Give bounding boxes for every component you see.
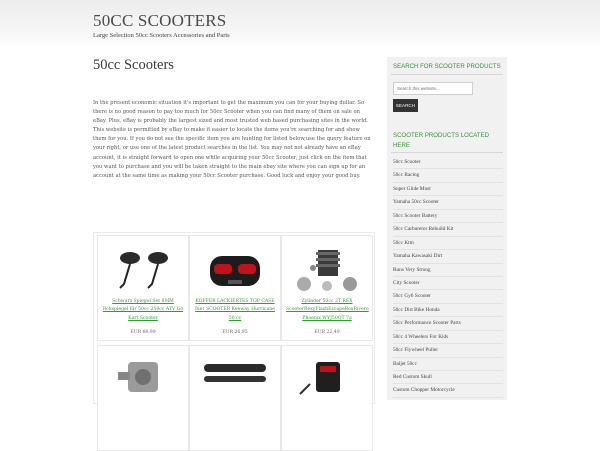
drive-belt-icon[interactable]: [198, 354, 272, 406]
category-link[interactable]: Runs Very Strong: [393, 264, 503, 277]
product-price: EUR 22,49: [314, 330, 340, 335]
category-link[interactable]: 50cc 4 Wheelers For Kids: [393, 331, 503, 345]
product-card[interactable]: Schwarz Spiegel Set 8MM Rckspiegel für 5…: [97, 235, 189, 341]
category-link[interactable]: 50cc Scooter Battery: [393, 210, 503, 224]
category-link[interactable]: Super Glide Must: [393, 183, 503, 197]
search-button[interactable]: SEARCH: [393, 99, 418, 112]
site-tagline: Large Selection 50cc Scooters Accessorie…: [93, 32, 230, 39]
category-link[interactable]: City Scooter: [393, 277, 503, 291]
cylinder-kit-icon[interactable]: [290, 244, 364, 296]
category-link[interactable]: 50cc Ktm: [393, 237, 503, 251]
category-link[interactable]: Custom Chopper Motorcycle: [393, 384, 503, 398]
category-link[interactable]: 50cc Gy6 Scooter: [393, 290, 503, 304]
category-link[interactable]: Baljet 50cc: [393, 358, 503, 371]
category-link[interactable]: Yamaha 50cc Scooter: [393, 196, 503, 210]
product-card[interactable]: [97, 345, 189, 451]
category-link[interactable]: 50cc Dirt Bike Honda: [393, 304, 503, 318]
product-price: EUR 26,95: [222, 330, 248, 335]
category-link[interactable]: 50cc Racing: [393, 169, 503, 183]
carburetor-icon[interactable]: [106, 354, 180, 406]
product-grid: Schwarz Spiegel Set 8MM Rckspiegel für 5…: [93, 232, 375, 451]
product-title[interactable]: KOFFER LACKIERTES TOP CASE fuer SCOOTER …: [194, 298, 276, 323]
site-title[interactable]: 50CC SCOOTERS: [93, 11, 226, 31]
category-link[interactable]: Red Custom Skull: [393, 371, 503, 385]
page-title: 50cc Scooters: [93, 57, 174, 73]
search-input[interactable]: [393, 82, 473, 95]
category-link[interactable]: 50cc Flywheel Puller: [393, 344, 503, 358]
product-price: EUR 66,99: [130, 330, 156, 335]
category-list: 50cc Scooter 50cc Racing Super Glide Mus…: [393, 156, 503, 398]
category-link[interactable]: Yamaha Kawasaki Dirt: [393, 250, 503, 264]
sidebar: SEARCH FOR SCOOTER PRODUCTS SEARCH SCOOT…: [387, 57, 507, 400]
category-link[interactable]: 50cc Carburetor Rebuild Kit: [393, 223, 503, 237]
site-header: [0, 0, 600, 48]
top-case-icon[interactable]: [198, 244, 272, 296]
product-title[interactable]: Schwarz Spiegel Set 8MM Rckspiegel für 5…: [102, 298, 184, 323]
search-widget-title: SEARCH FOR SCOOTER PRODUCTS: [393, 63, 501, 70]
product-card[interactable]: [189, 345, 281, 451]
category-link[interactable]: 50cc Scooter: [393, 156, 503, 170]
cdi-unit-icon[interactable]: [290, 354, 364, 406]
product-card[interactable]: [281, 345, 373, 451]
divider: [391, 152, 503, 153]
product-card[interactable]: KOFFER LACKIERTES TOP CASE fuer SCOOTER …: [189, 235, 281, 341]
divider: [391, 74, 503, 75]
post-body: In the present economic situation it's i…: [93, 100, 371, 179]
category-link[interactable]: 50cc Performance Scooter Parts: [393, 317, 503, 331]
products-widget-title: SCOOTER PRODUCTS LOCATED HERE: [393, 132, 490, 149]
product-title[interactable]: Zylinder 50cc 2T REX ScooterRexyFlashEsc…: [286, 298, 369, 323]
mirror-set-icon[interactable]: [106, 244, 180, 296]
product-card[interactable]: Zylinder 50cc 2T REX ScooterRexyFlashEsc…: [281, 235, 373, 341]
